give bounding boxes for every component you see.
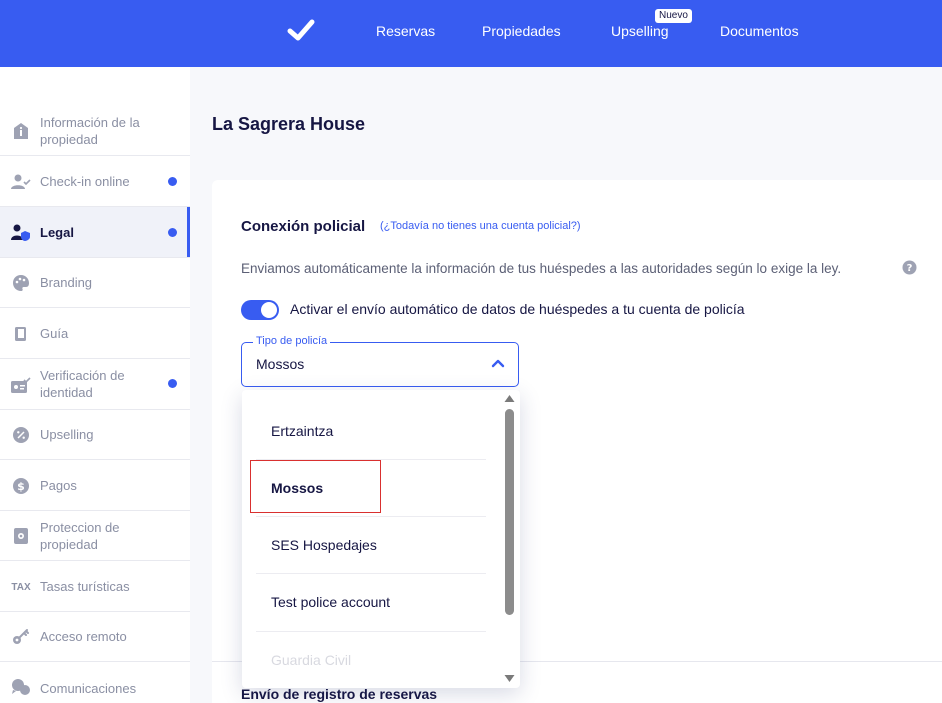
new-badge: Nuevo [655, 9, 692, 23]
settings-sidebar: Información de la propiedad Check-in onl… [0, 67, 190, 703]
sidebar-item-label: Información de la propiedad [40, 115, 140, 147]
sidebar-item-label: Branding [40, 275, 93, 290]
dollar-icon: $ [11, 476, 31, 496]
police-type-value: Mossos [256, 356, 305, 372]
sidebar-item-branding[interactable]: Branding [0, 258, 190, 308]
chat-bubbles-icon [11, 677, 31, 697]
auto-send-toggle[interactable] [241, 300, 279, 320]
section-title: Conexión policial [241, 218, 366, 235]
police-type-dropdown: Ertzaintza Mossos SES Hospedajes Test po… [242, 390, 520, 688]
sidebar-item-proteccion[interactable]: Proteccion de propiedad [0, 511, 190, 561]
sidebar-item-label: Pagos [40, 478, 77, 493]
sidebar-item-label: Check-in online [40, 174, 130, 189]
police-account-link[interactable]: (¿Todavía no tienes una cuenta policial?… [380, 220, 581, 232]
page-title: La Sagrera House [212, 114, 366, 134]
sidebar-item-tasas[interactable]: TAX Tasas turísticas [0, 561, 190, 612]
top-navigation-bar: Reservas Propiedades Upselling Nuevo Doc… [0, 0, 942, 67]
key-icon [11, 627, 31, 647]
selected-option-highlight [250, 460, 381, 513]
info-house-icon [11, 121, 31, 141]
sidebar-item-label: Proteccion de propiedad [40, 520, 120, 552]
nav-reservas[interactable]: Reservas [376, 23, 435, 39]
option-label: SES Hospedajes [271, 537, 377, 553]
option-test-police-account[interactable]: Test police account [242, 574, 486, 631]
sidebar-item-guia[interactable]: Guía [0, 308, 190, 359]
svg-text:?: ? [907, 263, 913, 274]
status-dot [168, 228, 177, 237]
sidebar-item-label: Verificación de identidad [40, 368, 125, 400]
nav-propiedades[interactable]: Propiedades [482, 23, 561, 39]
palette-icon [11, 273, 31, 293]
option-ses-hospedajes[interactable]: SES Hospedajes [242, 517, 486, 574]
percent-badge-icon [11, 425, 31, 445]
legal-shield-icon [11, 223, 31, 243]
status-dot [168, 379, 177, 388]
scroll-up-arrow-icon[interactable] [503, 393, 516, 403]
option-guardia-civil[interactable]: Guardia Civil [242, 632, 486, 688]
sidebar-item-checkin-online[interactable]: Check-in online [0, 156, 190, 207]
scrollbar-thumb[interactable] [505, 409, 514, 615]
sidebar-item-upselling[interactable]: Upselling [0, 410, 190, 460]
property-protection-icon [11, 526, 31, 546]
sidebar-item-label: Upselling [40, 427, 94, 442]
section-description: Enviamos automáticamente la información … [241, 261, 842, 276]
checkmark-icon[interactable] [287, 17, 315, 43]
question-circle-icon[interactable]: ? [902, 260, 917, 275]
option-ertzaintza[interactable]: Ertzaintza [242, 402, 486, 459]
sidebar-item-comunicaciones[interactable]: Comunicaciones [0, 662, 190, 703]
nav-upselling[interactable]: Upselling [611, 23, 669, 39]
tax-icon: TAX [11, 581, 31, 593]
status-dot [168, 177, 177, 186]
sidebar-item-acceso-remoto[interactable]: Acceso remoto [0, 612, 190, 662]
sidebar-item-pagos[interactable]: $ Pagos [0, 460, 190, 511]
sidebar-item-property-info[interactable]: Información de la propiedad [0, 105, 190, 156]
sidebar-item-legal[interactable]: Legal [0, 207, 190, 258]
book-icon [11, 324, 31, 344]
sidebar-item-verificacion[interactable]: Verificación de identidad [0, 359, 190, 410]
toggle-knob [261, 302, 277, 318]
option-label: Test police account [271, 594, 391, 610]
police-type-legend: Tipo de policía [253, 335, 331, 347]
sidebar-item-label: Guía [40, 326, 69, 341]
next-section-title: Envío de registro de reservas [241, 686, 438, 702]
sidebar-item-label: Comunicaciones [40, 681, 137, 696]
svg-text:$: $ [17, 480, 25, 493]
option-label: Guardia Civil [271, 652, 352, 668]
sidebar-item-label: Acceso remoto [40, 629, 127, 644]
option-label: Ertzaintza [271, 423, 334, 439]
sidebar-item-label: Legal [40, 225, 74, 240]
auto-send-toggle-label: Activar el envío automático de datos de … [290, 301, 745, 317]
chevron-up-icon[interactable] [491, 358, 505, 368]
scroll-down-arrow-icon[interactable] [503, 674, 516, 684]
user-check-icon [11, 172, 31, 192]
id-card-check-icon [11, 375, 31, 395]
nav-documentos[interactable]: Documentos [720, 23, 799, 39]
sidebar-item-label: Tasas turísticas [40, 579, 130, 594]
